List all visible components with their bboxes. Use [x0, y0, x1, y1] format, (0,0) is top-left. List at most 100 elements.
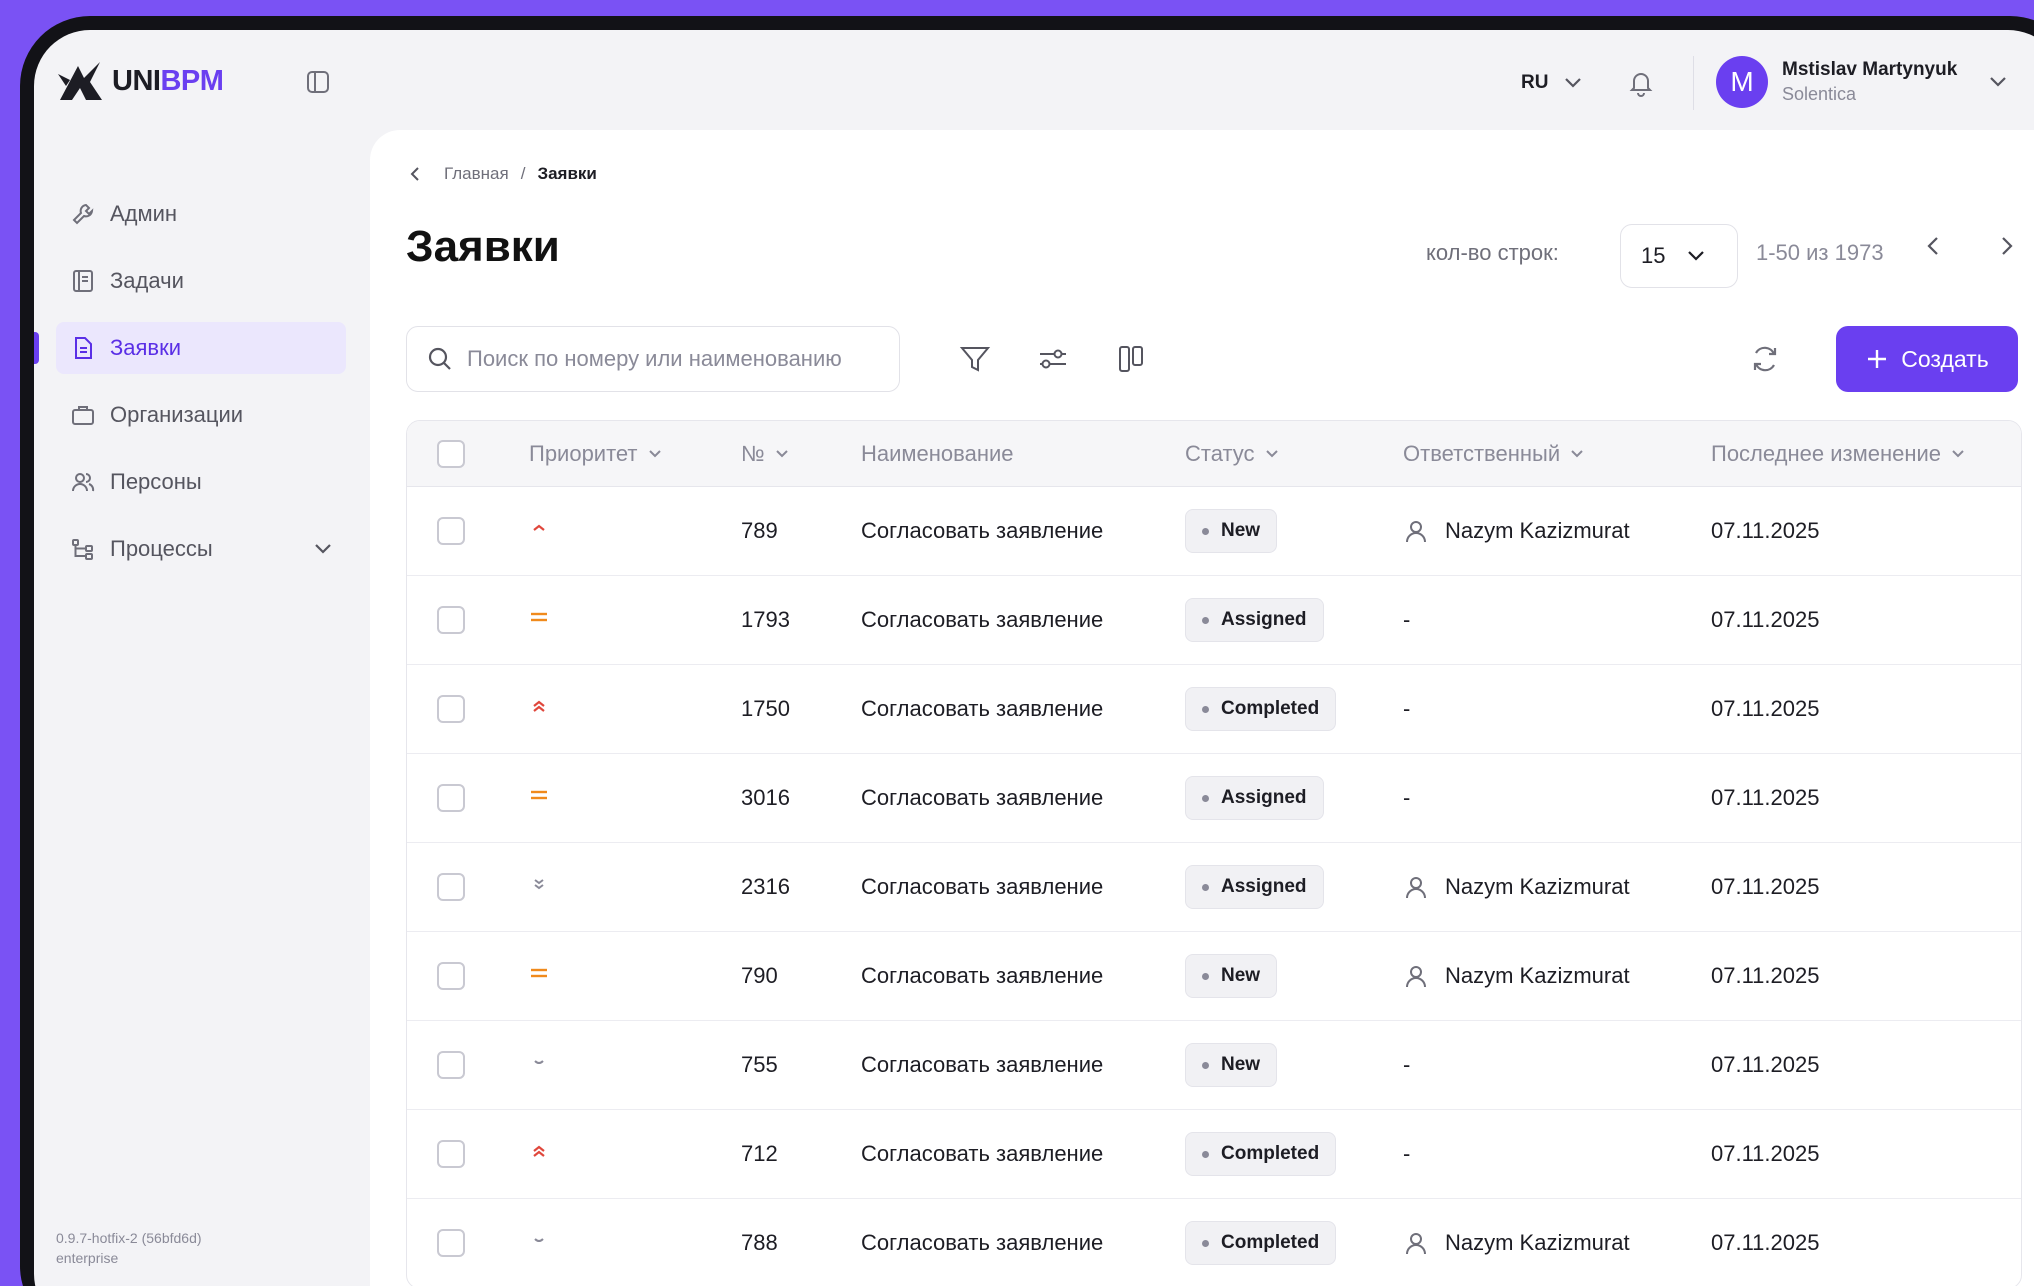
- app-window: UNIBPM RU M Mstislav Martynyuk Solentica…: [34, 30, 2034, 1286]
- cell-name[interactable]: Согласовать заявление: [861, 1230, 1185, 1256]
- table-row[interactable]: 1750 Согласовать заявление Completed - 07.11…: [407, 665, 2021, 754]
- sidebar-item-label: Персоны: [110, 469, 202, 494]
- status-dot: [1202, 794, 1209, 802]
- cell-name[interactable]: Согласовать заявление: [861, 1141, 1185, 1167]
- sidebar-toggle-icon[interactable]: [304, 68, 332, 96]
- breadcrumb-home[interactable]: Главная: [444, 164, 509, 184]
- sidebar-item-processes[interactable]: Процессы: [56, 523, 346, 575]
- status-badge: New: [1185, 1043, 1278, 1087]
- search-input[interactable]: [467, 346, 887, 372]
- row-checkbox[interactable]: [437, 517, 465, 545]
- cell-number: 2316: [741, 874, 790, 899]
- table-row[interactable]: 3016 Согласовать заявление Assigned - 07.11.…: [407, 754, 2021, 843]
- bell-icon[interactable]: [1626, 68, 1656, 98]
- search-box[interactable]: [406, 326, 900, 392]
- create-button-label: Создать: [1901, 345, 1989, 372]
- chevron-left-icon[interactable]: [1922, 234, 1946, 258]
- person-icon: [1406, 1233, 1426, 1255]
- language-select[interactable]: RU: [1521, 72, 1582, 94]
- cell-name[interactable]: Согласовать заявление: [861, 607, 1185, 633]
- chevron-down-icon: [1990, 77, 2007, 87]
- row-checkbox[interactable]: [437, 606, 465, 634]
- columns-icon[interactable]: [1114, 342, 1148, 376]
- user-organization: Solentica: [1782, 84, 1857, 104]
- table-body: 789 Согласовать заявление New Nazym Kazizmu…: [407, 487, 2021, 1286]
- breadcrumb-separator: /: [520, 164, 526, 183]
- column-header-number[interactable]: №: [741, 441, 789, 467]
- back-arrow-icon[interactable]: [408, 166, 422, 182]
- column-header-name: Наименование: [861, 440, 1014, 466]
- cell-name[interactable]: Согласовать заявление: [861, 1052, 1185, 1078]
- select-all-checkbox[interactable]: [437, 439, 465, 468]
- table-row[interactable]: 788 Согласовать заявление Completed Nazym K…: [407, 1199, 2021, 1286]
- table-row[interactable]: 789 Согласовать заявление New Nazym Kazizmu…: [407, 487, 2021, 576]
- column-header-last-modified[interactable]: Последнее изменение: [1711, 441, 1965, 467]
- cell-name[interactable]: Согласовать заявление: [861, 518, 1185, 544]
- sidebar-item-label: Заявки: [110, 335, 182, 360]
- cell-last-modified: 07.11.2025: [1711, 785, 1820, 810]
- row-checkbox[interactable]: [437, 1229, 465, 1257]
- user-menu[interactable]: M Mstislav Martynyuk Solentica: [1716, 56, 2007, 108]
- row-checkbox[interactable]: [437, 873, 465, 901]
- status-dot: [1202, 883, 1209, 891]
- cell-name[interactable]: Согласовать заявление: [861, 696, 1185, 722]
- cell-responsible: Nazym Kazizmurat: [1445, 874, 1630, 899]
- sidebar-item-label: Организации: [110, 402, 244, 427]
- settings-sliders-icon[interactable]: [1036, 342, 1070, 376]
- table-row[interactable]: 790 Согласовать заявление New Nazym Kazizmu…: [407, 932, 2021, 1021]
- table-row[interactable]: 1793 Согласовать заявление Assigned - 07.11.…: [407, 576, 2021, 665]
- rows-per-page-label: кол-во строк:: [1426, 240, 1559, 265]
- cell-last-modified: 07.11.2025: [1711, 607, 1820, 632]
- row-checkbox[interactable]: [437, 1051, 465, 1079]
- column-header-status[interactable]: Статус: [1185, 441, 1279, 467]
- app-logo[interactable]: UNIBPM: [56, 60, 224, 102]
- wrench-icon: [72, 203, 94, 225]
- refresh-icon[interactable]: [1748, 342, 1782, 376]
- cell-name[interactable]: Согласовать заявление: [861, 963, 1185, 989]
- column-header-responsible[interactable]: Ответственный: [1403, 441, 1584, 467]
- create-button[interactable]: Создать: [1836, 326, 2018, 392]
- cell-responsible: -: [1403, 696, 1411, 721]
- cell-number: 712: [741, 1141, 778, 1166]
- priority-low-icon: [529, 1230, 549, 1255]
- table-row[interactable]: 2316 Согласовать заявление Assigned Nazym K…: [407, 843, 2021, 932]
- chevron-down-icon: [1952, 449, 1964, 457]
- row-checkbox[interactable]: [437, 1140, 465, 1168]
- cell-name[interactable]: Согласовать заявление: [861, 785, 1185, 811]
- sidebar-item-requests[interactable]: Заявки: [34, 322, 346, 374]
- chevron-down-icon[interactable]: [312, 537, 334, 559]
- cell-responsible: -: [1403, 1141, 1411, 1166]
- chevron-right-icon[interactable]: [1994, 234, 2018, 258]
- priority-medium-icon: [529, 607, 549, 632]
- sidebar-item-tasks[interactable]: Задачи: [56, 255, 346, 307]
- column-header-priority[interactable]: Приоритет: [529, 441, 662, 467]
- rows-per-page-select[interactable]: 15: [1620, 224, 1738, 288]
- row-checkbox[interactable]: [437, 962, 465, 990]
- cell-number: 788: [741, 1230, 778, 1255]
- cell-name[interactable]: Согласовать заявление: [861, 874, 1185, 900]
- cell-last-modified: 07.11.2025: [1711, 1052, 1820, 1077]
- status-badge: Completed: [1185, 1221, 1337, 1265]
- status-badge: Assigned: [1185, 865, 1324, 909]
- cell-last-modified: 07.11.2025: [1711, 963, 1820, 988]
- row-checkbox[interactable]: [437, 784, 465, 812]
- search-icon: [428, 347, 451, 370]
- row-checkbox[interactable]: [437, 695, 465, 723]
- status-badge: Assigned: [1185, 598, 1324, 642]
- cell-responsible: Nazym Kazizmurat: [1445, 1230, 1630, 1255]
- person-icon: [1406, 521, 1426, 543]
- filter-icon[interactable]: [958, 342, 992, 376]
- sidebar-item-admin[interactable]: Админ: [56, 188, 346, 240]
- table-row[interactable]: 755 Согласовать заявление New - 07.11.2025: [407, 1021, 2021, 1110]
- process-icon: [72, 539, 93, 560]
- status-dot: [1202, 1239, 1209, 1247]
- chevron-down-icon: [1688, 251, 1705, 261]
- version-edition: enterprise: [56, 1250, 119, 1266]
- table-row[interactable]: 712 Согласовать заявление Completed - 07.11.…: [407, 1110, 2021, 1199]
- sidebar-item-persons[interactable]: Персоны: [56, 456, 346, 508]
- cell-number: 1750: [741, 696, 790, 721]
- version-info: 0.9.7-hotfix-2 (56bfd6d) enterprise: [56, 1228, 202, 1268]
- sidebar-item-organizations[interactable]: Организации: [56, 389, 346, 441]
- cell-number: 790: [741, 963, 778, 988]
- status-dot: [1202, 972, 1209, 980]
